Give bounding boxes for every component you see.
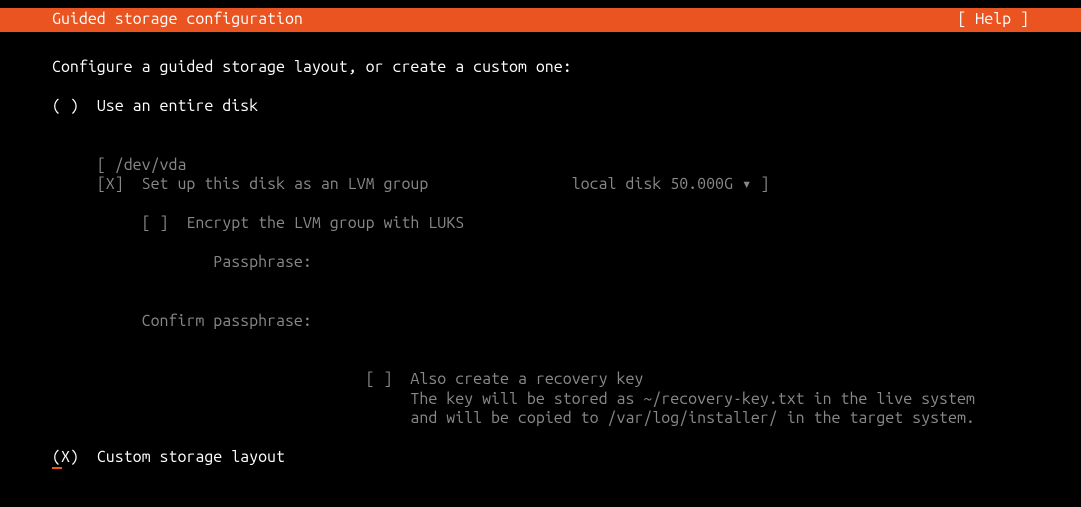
disk-select[interactable]: [ /dev/vda local disk 50.000G ▾ ] [52,136,1029,156]
intro-text: Configure a guided storage layout, or cr… [52,58,1029,78]
passphrase-row: Passphrase: [52,253,1029,273]
option-custom-layout-label: Custom storage layout [97,448,285,466]
radio-custom-layout[interactable]: (X) [52,448,79,466]
checkbox-encrypt-box[interactable]: [ ] [142,214,169,232]
passphrase-label: Passphrase: [213,253,312,271]
checkbox-recovery-box[interactable]: [ ] [366,370,393,388]
disk-select-open: [ [97,156,115,174]
option-use-entire-disk[interactable]: ( ) Use an entire disk [52,97,1029,117]
checkbox-recovery[interactable]: [ ] Also create a recovery key [52,370,1029,390]
radio-entire-disk[interactable]: ( ) [52,97,79,115]
recovery-line2: The key will be stored as ~/recovery-key… [52,390,1029,410]
content: Configure a guided storage layout, or cr… [52,58,1029,507]
cursor-underline [52,467,62,469]
disk-select-info: local disk 50.000G ▾ [572,175,761,193]
help-button[interactable]: [ Help ] [957,10,1029,30]
checkbox-encrypt[interactable]: [ ] Encrypt the LVM group with LUKS [52,214,1029,234]
title-bar: Guided storage configuration [ Help ] [0,8,1081,32]
checkbox-lvm-label: Set up this disk as an LVM group [142,175,429,193]
page-title: Guided storage configuration [52,10,303,30]
recovery-line3: and will be copied to /var/log/installer… [52,409,1029,429]
checkbox-lvm-box[interactable]: [X] [97,175,124,193]
disk-select-close: ] [761,175,770,193]
confirm-passphrase-label: Confirm passphrase: [142,312,312,330]
checkbox-encrypt-label: Encrypt the LVM group with LUKS [186,214,464,232]
option-entire-disk-label: Use an entire disk [97,97,258,115]
option-custom-layout[interactable]: (X) Custom storage layout [52,448,1029,507]
checkbox-lvm[interactable]: [X] Set up this disk as an LVM group [52,175,1029,195]
disk-select-path: /dev/vda [115,156,187,174]
confirm-passphrase-row: Confirm passphrase: [52,312,1029,332]
checkbox-recovery-label: Also create a recovery key [410,370,643,388]
